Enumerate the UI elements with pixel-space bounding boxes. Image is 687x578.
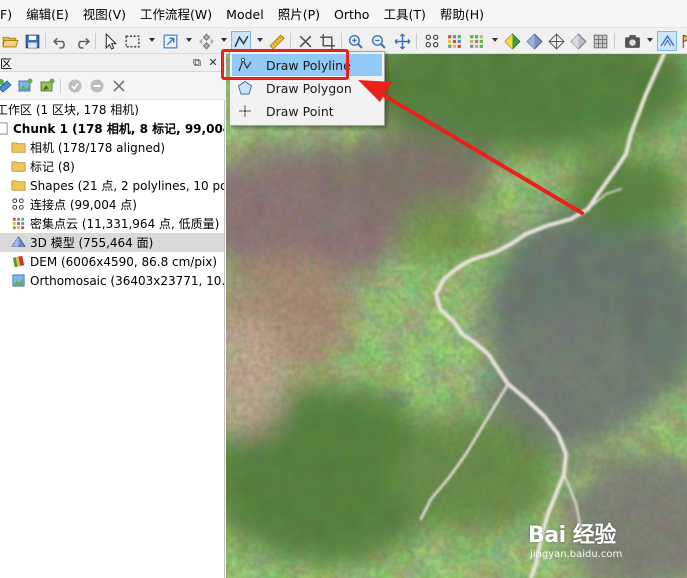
tree-label: Shapes (21 点, 2 polylines, 10 po [30, 179, 224, 193]
folder-icon [10, 159, 26, 175]
tree-row-chunk[interactable]: Chunk 1 (178 相机, 8 标记, 99,004 点 [0, 119, 224, 138]
model-navigation-icon[interactable] [160, 31, 180, 51]
navigation-cursor-icon[interactable] [100, 31, 120, 51]
close-panel-icon[interactable]: ✕ [206, 56, 220, 70]
baidu-watermark: Bai 经验 jingyan.baidu.com [528, 517, 622, 560]
redo-icon[interactable] [72, 31, 92, 51]
show-cameras-icon[interactable] [657, 31, 677, 51]
float-panel-icon[interactable]: ⧉ [190, 56, 204, 70]
undo-icon[interactable] [50, 31, 70, 51]
ruler-icon[interactable] [266, 31, 286, 51]
transform-object-icon[interactable] [196, 31, 216, 51]
delete-selection-icon[interactable] [295, 31, 315, 51]
draw-point-item[interactable]: Draw Point [232, 100, 382, 122]
model-shaded-icon[interactable] [502, 31, 522, 51]
menu-photo[interactable]: 照片(P) [271, 0, 327, 28]
tree-label: Chunk 1 (178 相机, 8 标记, 99,004 点 [13, 122, 224, 136]
tiled-model-icon[interactable] [590, 31, 610, 51]
watermark-logo: Bai 经验 [528, 523, 616, 548]
dense-cloud-classes-icon[interactable] [466, 31, 486, 51]
menu-help[interactable]: 帮助(H) [433, 0, 491, 28]
polygon-icon [236, 79, 254, 97]
menu-file[interactable]: F) [0, 0, 19, 28]
tree-label: 密集点云 (11,331,964 点, 低质量) [30, 217, 220, 231]
tree-row-tie-points[interactable]: 连接点 (99,004 点) [0, 195, 224, 214]
tree-row-dem[interactable]: DEM (6006x4590, 86.8 cm/pix) [0, 252, 224, 271]
menu-model[interactable]: Model [219, 0, 271, 28]
watermark-url: jingyan.baidu.com [530, 549, 623, 560]
folder-icon [10, 140, 26, 156]
menu-bar: F) 编辑(E) 视图(V) 工作流程(W) Model 照片(P) Ortho… [0, 0, 687, 28]
terrain-model-image [226, 54, 687, 578]
menu-ortho[interactable]: Ortho [327, 0, 376, 28]
tree-label: Orthomosaic (36403x23771, 10.8 [30, 273, 224, 288]
point-icon [236, 102, 254, 120]
model-viewport[interactable] [226, 54, 687, 578]
tree-row-orthomosaic[interactable]: Orthomosaic (36403x23771, 10.8 [0, 271, 224, 290]
panel-toolbar [0, 72, 225, 100]
dropdown-item-label: Draw Polygon [266, 80, 352, 96]
menu-edit[interactable]: 编辑(E) [19, 0, 76, 28]
model-textured-icon[interactable] [568, 31, 588, 51]
zoom-out-icon[interactable] [368, 31, 388, 51]
reset-view-icon[interactable] [392, 31, 412, 51]
add-folder-icon[interactable] [38, 77, 56, 95]
save-icon[interactable] [22, 31, 42, 51]
workspace-panel: 区 ⧉ ✕ 工作区 (1 区块, 178 相机) Chunk 1 (178 相机… [0, 54, 225, 578]
crop-selection-icon[interactable] [317, 31, 337, 51]
disable-icon[interactable] [88, 77, 106, 95]
add-chunk-icon[interactable] [0, 77, 14, 95]
tree-row-workspace[interactable]: 工作区 (1 区块, 178 相机) [0, 100, 224, 119]
menu-view[interactable]: 视图(V) [76, 0, 133, 28]
orthomosaic-icon [10, 273, 26, 289]
menu-tools[interactable]: 工具(T) [376, 0, 432, 28]
annotation-highlight-box [221, 49, 349, 80]
dropdown-item-label: Draw Point [266, 103, 334, 119]
remove-items-icon[interactable] [110, 77, 128, 95]
camera-icon[interactable] [622, 31, 642, 51]
rectangle-selection-icon[interactable] [122, 31, 142, 51]
tree-row-dense-cloud[interactable]: 密集点云 (11,331,964 点, 低质量) [0, 214, 224, 233]
tree-label: 工作区 (1 区块, 178 相机) [0, 103, 139, 117]
show-markers-icon[interactable] [677, 31, 687, 51]
tree-label: 标记 (8) [30, 160, 75, 174]
draw-polygon-item[interactable]: Draw Polygon [232, 77, 382, 99]
workspace-tree: 工作区 (1 区块, 178 相机) Chunk 1 (178 相机, 8 标记… [0, 100, 224, 290]
add-photos-icon[interactable] [16, 77, 34, 95]
menu-workflow[interactable]: 工作流程(W) [133, 0, 219, 28]
tree-label: 相机 (178/178 aligned) [30, 141, 166, 155]
zoom-in-icon[interactable] [345, 31, 365, 51]
draw-shape-icon[interactable] [231, 31, 251, 51]
tree-label: 连接点 (99,004 点) [30, 198, 137, 212]
panel-title: 区 [0, 57, 13, 71]
tree-label: 3D 模型 (755,464 面) [30, 236, 154, 250]
tie-points-icon [10, 197, 26, 213]
tree-row-shapes[interactable]: Shapes (21 点, 2 polylines, 10 po [0, 176, 224, 195]
dense-cloud-view-icon[interactable] [444, 31, 464, 51]
model-solid-icon[interactable] [524, 31, 544, 51]
enable-icon[interactable] [66, 77, 84, 95]
tree-label: DEM (6006x4590, 86.8 cm/pix) [30, 254, 218, 269]
dem-icon [10, 254, 26, 270]
tree-row-cameras[interactable]: 相机 (178/178 aligned) [0, 138, 224, 157]
chunk-icon [0, 121, 9, 137]
tree-row-3d-model[interactable]: 3D 模型 (755,464 面) [0, 233, 224, 252]
panel-title-bar: 区 ⧉ ✕ [0, 54, 225, 72]
tie-points-view-icon[interactable] [422, 31, 442, 51]
model-wireframe-icon[interactable] [546, 31, 566, 51]
folder-icon [10, 178, 26, 194]
dense-cloud-icon [10, 216, 26, 232]
open-icon[interactable] [0, 31, 20, 51]
model-icon [10, 235, 26, 251]
tree-row-markers[interactable]: 标记 (8) [0, 157, 224, 176]
